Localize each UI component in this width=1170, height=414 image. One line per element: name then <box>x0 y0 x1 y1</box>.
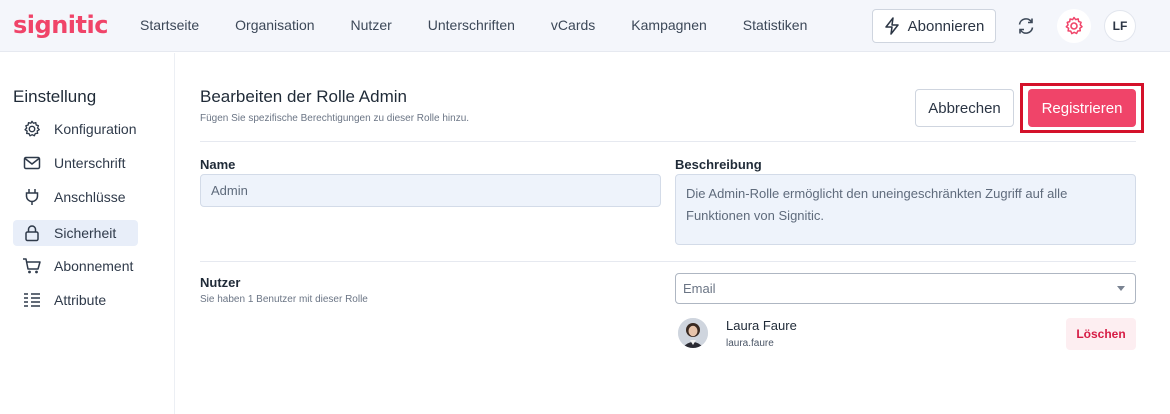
settings-sidebar: Einstellung Konfiguration Unterschrift A… <box>0 53 175 414</box>
refresh-button[interactable] <box>1012 12 1040 40</box>
top-bar: signitic Startseite Organisation Nutzer … <box>0 0 1170 52</box>
nav-item-kampagnen[interactable]: Kampagnen <box>631 17 707 33</box>
section-divider <box>200 261 1136 262</box>
lightning-icon <box>884 17 899 35</box>
nav-item-unterschriften[interactable]: Unterschriften <box>428 17 515 33</box>
header-divider <box>200 141 1136 142</box>
email-placeholder: Email <box>683 281 716 296</box>
sidebar-item-label: Abonnement <box>54 258 134 274</box>
name-field[interactable]: Admin <box>200 174 661 207</box>
subscribe-label: Abonnieren <box>907 17 985 35</box>
page-subtitle: Fügen Sie spezifische Berechtigungen zu … <box>200 113 470 124</box>
lock-icon <box>22 223 42 243</box>
sidebar-item-label: Konfiguration <box>54 121 137 137</box>
user-name: Laura Faure <box>726 318 797 333</box>
caret-down-icon <box>1117 286 1125 291</box>
page-title: Bearbeiten der Rolle Admin <box>200 87 407 106</box>
sidebar-item-sicherheit[interactable]: Sicherheit <box>13 220 138 246</box>
gear-icon <box>1065 16 1083 35</box>
description-label: Beschreibung <box>675 157 762 172</box>
nav-item-organisation[interactable]: Organisation <box>235 17 314 33</box>
user-email: laura.faure <box>726 338 774 349</box>
sidebar-title: Einstellung <box>13 87 97 106</box>
user-avatar-button[interactable]: LF <box>1104 10 1136 42</box>
settings-button[interactable] <box>1057 9 1091 43</box>
signitic-logo[interactable]: signitic <box>13 11 108 39</box>
description-field[interactable]: Die Admin-Rolle ermöglicht den uneingesc… <box>675 174 1136 245</box>
list-icon <box>22 290 42 310</box>
delete-user-button[interactable]: Löschen <box>1066 318 1136 350</box>
sidebar-item-unterschrift[interactable]: Unterschrift <box>13 150 138 176</box>
sidebar-item-abonnement[interactable]: Abonnement <box>13 253 138 279</box>
nav-item-vcards[interactable]: vCards <box>551 17 595 33</box>
users-subtitle: Sie haben 1 Benutzer mit dieser Rolle <box>200 294 368 305</box>
sidebar-item-label: Anschlüsse <box>54 189 126 205</box>
nav-item-statistiken[interactable]: Statistiken <box>743 17 808 33</box>
sidebar-item-attribute[interactable]: Attribute <box>13 287 138 313</box>
nav-item-nutzer[interactable]: Nutzer <box>351 17 392 33</box>
cancel-button[interactable]: Abbrechen <box>915 89 1014 127</box>
sidebar-item-label: Sicherheit <box>54 225 117 241</box>
gear-icon <box>22 119 42 139</box>
users-label: Nutzer <box>200 275 241 290</box>
main-nav: Startseite Organisation Nutzer Unterschr… <box>140 17 843 33</box>
sidebar-item-label: Attribute <box>54 292 107 308</box>
subscribe-button[interactable]: Abonnieren <box>872 9 996 43</box>
register-button[interactable]: Registrieren <box>1028 89 1136 127</box>
refresh-icon <box>1018 18 1034 34</box>
mail-icon <box>22 153 42 173</box>
sidebar-item-konfiguration[interactable]: Konfiguration <box>13 116 138 142</box>
plug-icon <box>22 187 42 207</box>
cart-icon <box>22 256 42 276</box>
user-avatar <box>678 318 708 348</box>
sidebar-item-anschluesse[interactable]: Anschlüsse <box>13 184 138 210</box>
nav-item-startseite[interactable]: Startseite <box>140 17 199 33</box>
sidebar-item-label: Unterschrift <box>54 155 126 171</box>
name-label: Name <box>200 157 236 172</box>
email-select[interactable]: Email <box>675 273 1136 304</box>
